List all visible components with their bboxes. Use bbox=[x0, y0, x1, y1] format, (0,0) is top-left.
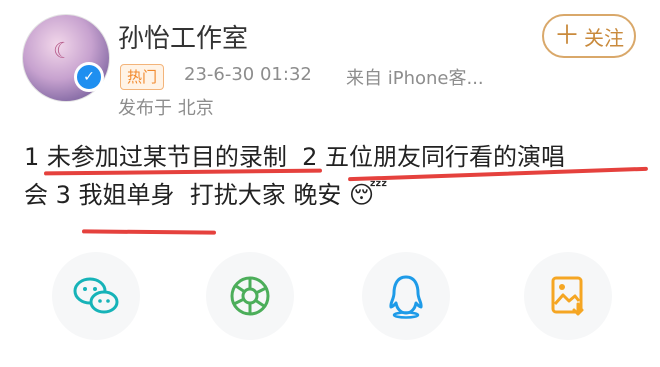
plus-icon: ＋ bbox=[553, 21, 580, 51]
moments-icon bbox=[230, 276, 270, 316]
post-time: 23-6-30 01:32 bbox=[184, 64, 312, 85]
share-moments-button[interactable] bbox=[206, 252, 294, 340]
save-image-icon bbox=[551, 276, 584, 316]
post-line-2: 会 3 我姐单身 打扰大家 晚安 😴 bbox=[24, 181, 388, 209]
share-save-image-button[interactable] bbox=[524, 252, 612, 340]
hot-badge: 热门 bbox=[120, 64, 165, 90]
underline-3 bbox=[81, 229, 217, 235]
post-content: 1 未参加过某节目的录制 2 五位朋友同行看的演唱 会 3 我姐单身 打扰大家 … bbox=[24, 138, 644, 214]
post-source: 来自 iPhone客... bbox=[346, 68, 484, 89]
moon-avatar-icon: ☾ bbox=[53, 39, 73, 64]
share-wechat-button[interactable] bbox=[52, 252, 140, 340]
user-name[interactable]: 孙怡工作室 bbox=[118, 18, 248, 55]
wechat-icon bbox=[73, 277, 119, 314]
follow-label: 关注 bbox=[584, 25, 624, 50]
verified-check-icon: ✓ bbox=[74, 62, 104, 92]
post-location: 发布于 北京 bbox=[118, 98, 214, 119]
qq-icon bbox=[389, 275, 423, 319]
share-qq-button[interactable] bbox=[362, 252, 450, 340]
follow-button[interactable]: ＋ 关注 bbox=[542, 14, 636, 58]
